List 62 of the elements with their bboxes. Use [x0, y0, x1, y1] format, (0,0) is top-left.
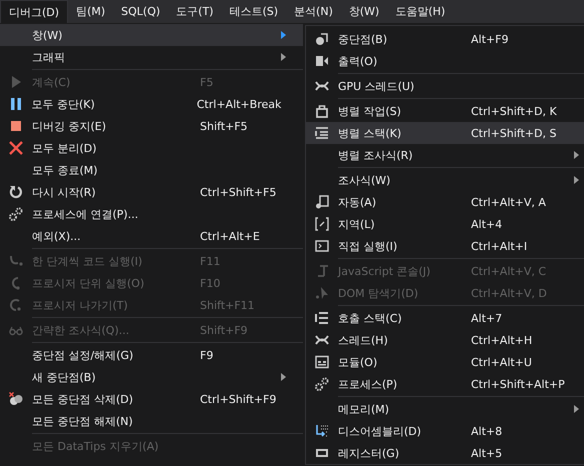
threads-icon — [315, 79, 329, 93]
menu-item[interactable]: 메모리(M) — [306, 398, 584, 420]
menu-bar-item[interactable]: 창(W) — [340, 0, 388, 23]
menu-item[interactable]: 자동(A) Ctrl+Alt+V, A — [306, 191, 584, 213]
brackets-icon — [315, 217, 329, 231]
menu-item[interactable]: 디스어셈블리(D) Alt+8 — [306, 420, 584, 442]
window-icon — [315, 355, 329, 369]
pause-icon — [8, 97, 23, 111]
menu-item[interactable]: GPU 스레드(U) — [306, 75, 584, 97]
menu-item[interactable]: 예외(X)... Ctrl+Alt+E — [0, 225, 303, 247]
menu-item[interactable]: 모두 중단(K) Ctrl+Alt+Break — [0, 93, 303, 115]
menu-item[interactable]: 호출 스택(C) Alt+7 — [306, 307, 584, 329]
play-icon — [9, 75, 23, 89]
output-icon — [315, 54, 329, 68]
breakpoints-delete-icon — [9, 392, 23, 406]
document-icon — [315, 195, 329, 209]
menu-item[interactable]: 병렬 작업(S) Ctrl+Shift+D, K — [306, 100, 584, 122]
menu-item[interactable]: 병렬 스택(K) Ctrl+Shift+D, S — [306, 122, 584, 144]
close-icon — [9, 141, 23, 155]
menu-item[interactable]: 직접 실행(I) Ctrl+Alt+I — [306, 235, 584, 257]
gears-icon — [315, 377, 329, 391]
menu-item[interactable]: 레지스터(G) Alt+5 — [306, 442, 584, 464]
threads-icon — [315, 333, 329, 347]
menu-item[interactable]: 새 중단점(B) — [0, 366, 303, 388]
breakpoint-icon — [315, 32, 329, 46]
menu-bar-item[interactable]: SQL(Q) — [113, 0, 168, 23]
menu-item[interactable]: 프로세스에 연결(P)... — [0, 203, 303, 225]
step-out-icon — [9, 298, 23, 312]
menu-item[interactable]: 조사식(W) — [306, 169, 584, 191]
menu-item[interactable]: 출력(O) — [306, 50, 584, 72]
menu-bar-item[interactable]: 테스트(S) — [221, 0, 286, 23]
menu-item[interactable]: 모두 종료(M) — [0, 159, 303, 181]
menu-bar-item[interactable]: 디버그(D) — [0, 0, 68, 23]
menu-item[interactable]: 다시 시작(R) Ctrl+Shift+F5 — [0, 181, 303, 203]
menu-item[interactable]: 창(W) — [0, 24, 303, 46]
menu-item[interactable]: 중단점(B) Alt+F9 — [306, 28, 584, 50]
menu-item[interactable]: 중단점 설정/해제(G) F9 — [0, 344, 303, 366]
restart-icon — [9, 185, 23, 199]
menu-item[interactable]: 그래픽 — [0, 46, 303, 68]
menu-bar-item[interactable]: 도구(T) — [168, 0, 222, 23]
step-into-icon — [9, 254, 23, 268]
menu-item[interactable]: 모든 중단점 삭제(D) Ctrl+Shift+F9 — [0, 388, 303, 410]
stop-icon — [9, 119, 23, 133]
terminal-icon — [315, 239, 329, 253]
stack-icon — [315, 126, 329, 140]
pointer-icon — [315, 286, 329, 300]
menu-bar-item[interactable]: 분석(N) — [286, 0, 341, 23]
menu-bar-item[interactable]: 팀(M) — [68, 0, 114, 23]
bag-icon — [315, 104, 329, 118]
menu-item[interactable]: 스레드(H) Ctrl+Alt+H — [306, 329, 584, 351]
menu-item[interactable]: 지역(L) Alt+4 — [306, 213, 584, 235]
register-icon — [315, 446, 329, 460]
disassembly-icon — [315, 424, 329, 438]
menu-item[interactable]: 모든 중단점 해제(N) — [0, 410, 303, 432]
menu-item[interactable]: 디버깅 중지(E) Shift+F5 — [0, 115, 303, 137]
menu-item[interactable]: 모두 분리(D) — [0, 137, 303, 159]
menu-item[interactable]: 모듈(O) Ctrl+Alt+U — [306, 351, 584, 373]
menu-bar-item[interactable]: 도움말(H) — [387, 0, 454, 23]
menu-item[interactable]: 병렬 조사식(R) — [306, 144, 584, 166]
list-icon — [315, 311, 329, 325]
gears-icon — [9, 207, 23, 221]
menu-item[interactable]: 프로세스(P) Ctrl+Shift+Alt+P — [306, 373, 584, 395]
